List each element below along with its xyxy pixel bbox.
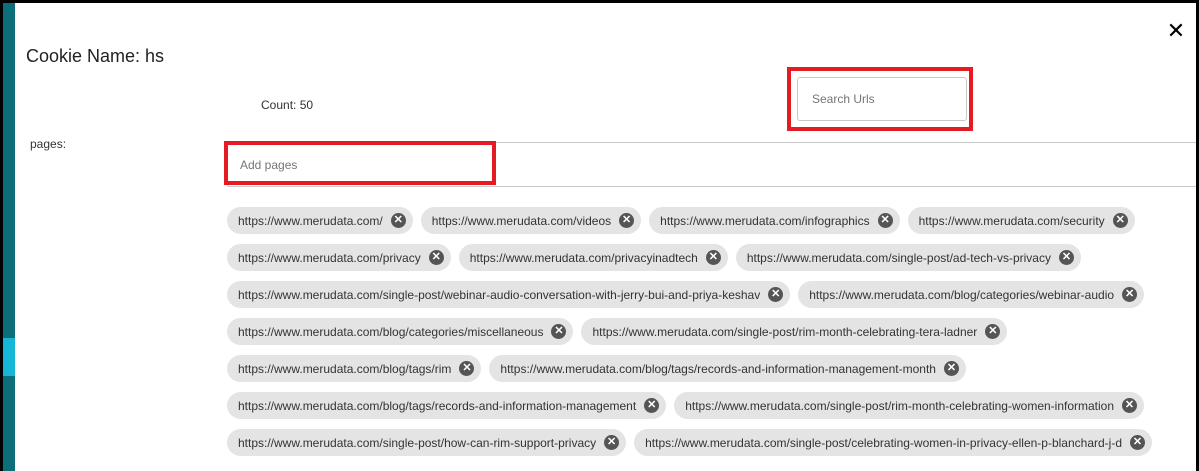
remove-chip-icon[interactable]: ✕ xyxy=(1058,250,1074,265)
page-chip-label: https://www.merudata.com/privacy xyxy=(238,250,421,265)
page-chip-list: https://www.merudata.com/✕ https://www.me… xyxy=(227,207,1187,456)
page-chip-label: https://www.merudata.com/ xyxy=(238,213,383,228)
remove-chip-icon[interactable]: ✕ xyxy=(1122,287,1138,302)
page-chip[interactable]: https://www.merudata.com/single-post/how… xyxy=(227,429,627,456)
page-chip[interactable]: https://www.merudata.com/single-post/rim… xyxy=(581,318,1008,345)
remove-chip-icon[interactable]: ✕ xyxy=(619,213,635,228)
url-count: Count: 50 xyxy=(261,98,314,112)
remove-chip-icon[interactable]: ✕ xyxy=(705,250,721,265)
background-sidebar xyxy=(3,3,15,471)
page-chip[interactable]: https://www.merudata.com/privacyinadtech… xyxy=(458,244,728,271)
remove-chip-icon[interactable]: ✕ xyxy=(768,287,784,302)
page-chip-label: https://www.merudata.com/single-post/rim… xyxy=(592,324,978,339)
remove-chip-icon[interactable]: ✕ xyxy=(604,435,620,450)
window-frame: ✕ Cookie Name: hs Count: 50 pages: https… xyxy=(0,0,1199,471)
remove-chip-icon[interactable]: ✕ xyxy=(551,324,567,339)
page-chip-label: https://www.merudata.com/single-post/cel… xyxy=(645,435,1122,450)
page-chip[interactable]: https://www.merudata.com/blog/categories… xyxy=(227,318,574,345)
page-chip-label: https://www.merudata.com/infographics xyxy=(660,213,870,228)
page-chip[interactable]: https://www.merudata.com/single-post/rim… xyxy=(674,392,1145,419)
remove-chip-icon[interactable]: ✕ xyxy=(1122,398,1138,413)
remove-chip-icon[interactable]: ✕ xyxy=(428,250,444,265)
page-chip-label: https://www.merudata.com/blog/categories… xyxy=(238,324,544,339)
page-chip[interactable]: https://www.merudata.com/blog/categories… xyxy=(798,281,1145,308)
close-icon[interactable]: ✕ xyxy=(1166,20,1186,42)
pages-label: pages: xyxy=(30,137,67,151)
remove-chip-icon[interactable]: ✕ xyxy=(985,324,1001,339)
add-pages-highlight xyxy=(224,141,496,185)
page-chip[interactable]: https://www.merudata.com/security ✕ xyxy=(907,207,1135,234)
remove-chip-icon[interactable]: ✕ xyxy=(644,398,660,413)
search-urls-input[interactable] xyxy=(797,77,967,121)
page-chip-label: https://www.merudata.com/privacyinadtech xyxy=(469,250,698,265)
page-chip[interactable]: https://www.merudata.com/privacy ✕ xyxy=(227,244,451,271)
page-chip-label: https://www.merudata.com/single-post/how… xyxy=(238,435,597,450)
remove-chip-icon[interactable]: ✕ xyxy=(943,361,959,376)
page-chip-label: https://www.merudata.com/blog/categories… xyxy=(809,287,1115,302)
page-chip-label: https://www.merudata.com/single-post/rim… xyxy=(685,398,1115,413)
page-chip[interactable]: https://www.merudata.com/infographics ✕ xyxy=(649,207,900,234)
remove-chip-icon[interactable]: ✕ xyxy=(390,213,406,228)
page-chip[interactable]: https://www.merudata.com/blog/tags/rim ✕ xyxy=(227,355,482,382)
remove-chip-icon[interactable]: ✕ xyxy=(459,361,475,376)
page-chip-label: https://www.merudata.com/security xyxy=(918,213,1105,228)
background-sidebar-accent xyxy=(3,338,15,376)
page-chip[interactable]: https://www.merudata.com/videos ✕ xyxy=(420,207,642,234)
page-chip[interactable]: https://www.merudata.com/single-post/web… xyxy=(227,281,791,308)
page-chip-label: https://www.merudata.com/blog/tags/recor… xyxy=(500,361,936,376)
page-chip-label: https://www.merudata.com/videos xyxy=(431,213,612,228)
remove-chip-icon[interactable]: ✕ xyxy=(1112,213,1128,228)
page-chip[interactable]: https://www.merudata.com/ ✕ xyxy=(227,207,413,234)
remove-chip-icon[interactable]: ✕ xyxy=(877,213,893,228)
page-chip[interactable]: https://www.merudata.com/blog/tags/recor… xyxy=(489,355,966,382)
page-chip-label: https://www.merudata.com/blog/tags/rim xyxy=(238,361,452,376)
page-chip[interactable]: https://www.merudata.com/single-post/ad-… xyxy=(735,244,1081,271)
page-chip[interactable]: https://www.merudata.com/single-post/cel… xyxy=(634,429,1152,456)
search-highlight xyxy=(787,67,973,131)
page-chip-label: https://www.merudata.com/single-post/ad-… xyxy=(746,250,1051,265)
page-chip-label: https://www.merudata.com/blog/tags/recor… xyxy=(238,398,637,413)
page-chip-label: https://www.merudata.com/single-post/web… xyxy=(238,287,761,302)
page-chip[interactable]: https://www.merudata.com/blog/tags/recor… xyxy=(227,392,667,419)
cookie-name-title: Cookie Name: hs xyxy=(26,46,165,66)
remove-chip-icon[interactable]: ✕ xyxy=(1130,435,1145,450)
